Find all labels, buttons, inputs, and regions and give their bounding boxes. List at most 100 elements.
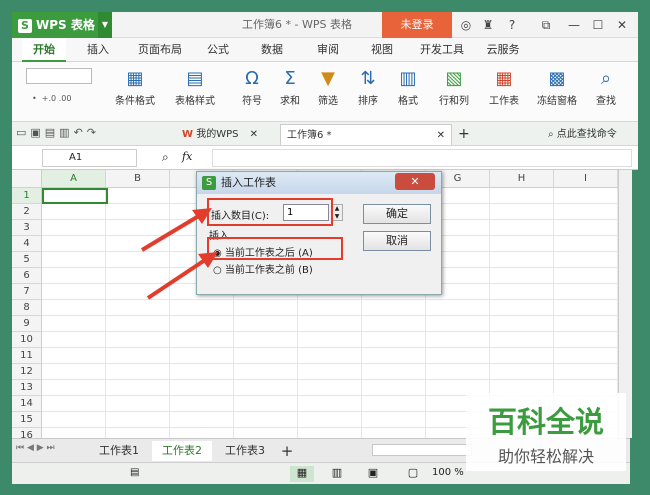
- minimize-icon[interactable]: —: [564, 15, 584, 35]
- fx-icon[interactable]: fx: [182, 150, 202, 166]
- normal-view-icon[interactable]: ▦: [290, 466, 314, 482]
- tab-page-layout[interactable]: 页面布局: [130, 38, 190, 62]
- zoom-icon[interactable]: ⌕: [162, 150, 182, 166]
- row-header[interactable]: 8: [12, 300, 42, 316]
- column-header[interactable]: I: [554, 170, 618, 188]
- menu-bar: 开始 插入 页面布局 公式 数据 审阅 视图 开发工具 云服务: [12, 38, 638, 62]
- tab-view[interactable]: 视图: [362, 38, 402, 62]
- row-header[interactable]: 3: [12, 220, 42, 236]
- symbol-button[interactable]: Ω 符号: [234, 64, 270, 120]
- sort-button[interactable]: ⇅ 排序: [350, 64, 386, 120]
- restore-icon[interactable]: ⧉: [536, 15, 556, 35]
- watermark-subtitle: 助你轻松解决: [497, 447, 594, 466]
- column-header[interactable]: A: [42, 170, 106, 188]
- row-header[interactable]: 15: [12, 412, 42, 428]
- command-search[interactable]: ⌕ 点此查找命令: [548, 124, 638, 145]
- close-icon[interactable]: ✕: [437, 125, 445, 146]
- document-tab-bar: ▭▣▤▥↶↷ W 我的WPS ✕ 工作簿6 * ✕ + ⌕ 点此查找命令: [12, 122, 638, 146]
- row-header[interactable]: 10: [12, 332, 42, 348]
- grid-line: [42, 331, 630, 332]
- row-header[interactable]: 11: [12, 348, 42, 364]
- active-cell[interactable]: [42, 188, 108, 204]
- login-button[interactable]: 未登录: [382, 12, 452, 38]
- tab-insert[interactable]: 插入: [76, 38, 120, 62]
- reading-view-icon[interactable]: ▢: [402, 466, 424, 482]
- skin-icon[interactable]: ◎: [456, 15, 476, 35]
- row-col-button[interactable]: ▧ 行和列: [430, 64, 478, 120]
- row-header[interactable]: 2: [12, 204, 42, 220]
- close-icon[interactable]: ✕: [250, 129, 258, 140]
- row-header[interactable]: 4: [12, 236, 42, 252]
- dialog-close-button[interactable]: ✕: [395, 173, 435, 190]
- app-menu-button[interactable]: S WPS 表格 ▼: [12, 12, 112, 38]
- tab-workbook[interactable]: 工作簿6 * ✕: [280, 124, 452, 145]
- maximize-icon[interactable]: ☐: [588, 15, 608, 35]
- tab-developer[interactable]: 开发工具: [414, 38, 470, 62]
- format-button[interactable]: ▥ 格式: [390, 64, 426, 120]
- tab-review[interactable]: 审阅: [308, 38, 348, 62]
- window-title: 工作簿6 * - WPS 表格: [242, 18, 352, 31]
- ok-button[interactable]: 确定: [363, 204, 431, 224]
- find-button[interactable]: ⌕ 查找: [586, 64, 626, 120]
- help-icon[interactable]: ?: [502, 15, 522, 35]
- grid-line: [42, 315, 630, 316]
- quick-access-toolbar[interactable]: ▭▣▤▥↶↷: [16, 126, 156, 142]
- chevron-down-icon[interactable]: ▼: [98, 12, 112, 38]
- tab-formula[interactable]: 公式: [198, 38, 238, 62]
- table-style-button[interactable]: ▤ 表格样式: [164, 64, 226, 120]
- sheet-nav-arrows[interactable]: ⏮ ◀ ▶ ⏭: [16, 443, 76, 459]
- font-size-select[interactable]: [26, 68, 92, 84]
- horizontal-scrollbar[interactable]: [372, 444, 472, 456]
- format-icon: ▥: [399, 68, 417, 89]
- column-header[interactable]: B: [106, 170, 170, 188]
- sigma-icon: Σ: [284, 68, 296, 89]
- red-arrows: [140, 208, 218, 300]
- select-all-corner[interactable]: [12, 170, 42, 188]
- ribbon: • +.0 .00 ▦ 条件格式 ▤ 表格样式 Ω 符号 Σ 求和 ▼ 筛选 ⇅ 排序 ▥ 格…: [12, 62, 638, 122]
- column-header[interactable]: H: [490, 170, 554, 188]
- row-col-icon: ▧: [445, 68, 463, 89]
- freeze-button[interactable]: ▩ 冻结窗格: [532, 64, 582, 120]
- tab-cloud[interactable]: 云服务: [478, 38, 528, 62]
- decimal-buttons[interactable]: • +.0 .00: [32, 94, 92, 112]
- add-sheet-icon[interactable]: +: [278, 441, 296, 461]
- shirt-icon[interactable]: ♜: [478, 15, 498, 35]
- row-header[interactable]: 1: [12, 188, 42, 204]
- row-header[interactable]: 6: [12, 268, 42, 284]
- cancel-button[interactable]: 取消: [363, 231, 431, 251]
- wps-logo-icon: S: [18, 19, 32, 33]
- cond-format-button[interactable]: ▦ 条件格式: [104, 64, 166, 120]
- new-tab-icon[interactable]: +: [458, 124, 474, 145]
- worksheet-button[interactable]: ▦ 工作表: [482, 64, 526, 120]
- app-name: WPS 表格: [36, 18, 95, 32]
- grid-line: [42, 379, 630, 380]
- watermark-title: 百科全说: [487, 405, 604, 439]
- tab-data[interactable]: 数据: [252, 38, 292, 62]
- break-view-icon[interactable]: ▣: [362, 466, 384, 482]
- row-header[interactable]: 13: [12, 380, 42, 396]
- formula-input[interactable]: [212, 149, 632, 167]
- name-box[interactable]: A1: [42, 149, 137, 167]
- sheet-tab-1[interactable]: 工作表1: [90, 441, 148, 461]
- row-header[interactable]: 5: [12, 252, 42, 268]
- row-header[interactable]: 14: [12, 396, 42, 412]
- sheet-tab-3[interactable]: 工作表3: [216, 441, 274, 461]
- row-header[interactable]: 16: [12, 428, 42, 438]
- row-header[interactable]: 7: [12, 284, 42, 300]
- tab-my-wps[interactable]: W 我的WPS ✕: [182, 124, 278, 145]
- wps-w-icon: W: [182, 129, 194, 140]
- table-style-icon: ▤: [186, 68, 204, 89]
- sum-button[interactable]: Σ 求和: [272, 64, 308, 120]
- row-header[interactable]: 9: [12, 316, 42, 332]
- close-icon[interactable]: ✕: [612, 15, 632, 35]
- tab-start[interactable]: 开始: [22, 38, 66, 62]
- sheet-tab-2[interactable]: 工作表2: [152, 441, 212, 461]
- watermark: 百科全说 助你轻松解决: [466, 393, 626, 471]
- grid-line: [42, 363, 630, 364]
- filter-icon: ▼: [321, 68, 335, 89]
- row-header[interactable]: 12: [12, 364, 42, 380]
- page-view-icon[interactable]: ▥: [326, 466, 348, 482]
- wps-logo-icon: S: [202, 176, 216, 190]
- freeze-icon: ▩: [548, 68, 566, 89]
- filter-button[interactable]: ▼ 筛选: [310, 64, 346, 120]
